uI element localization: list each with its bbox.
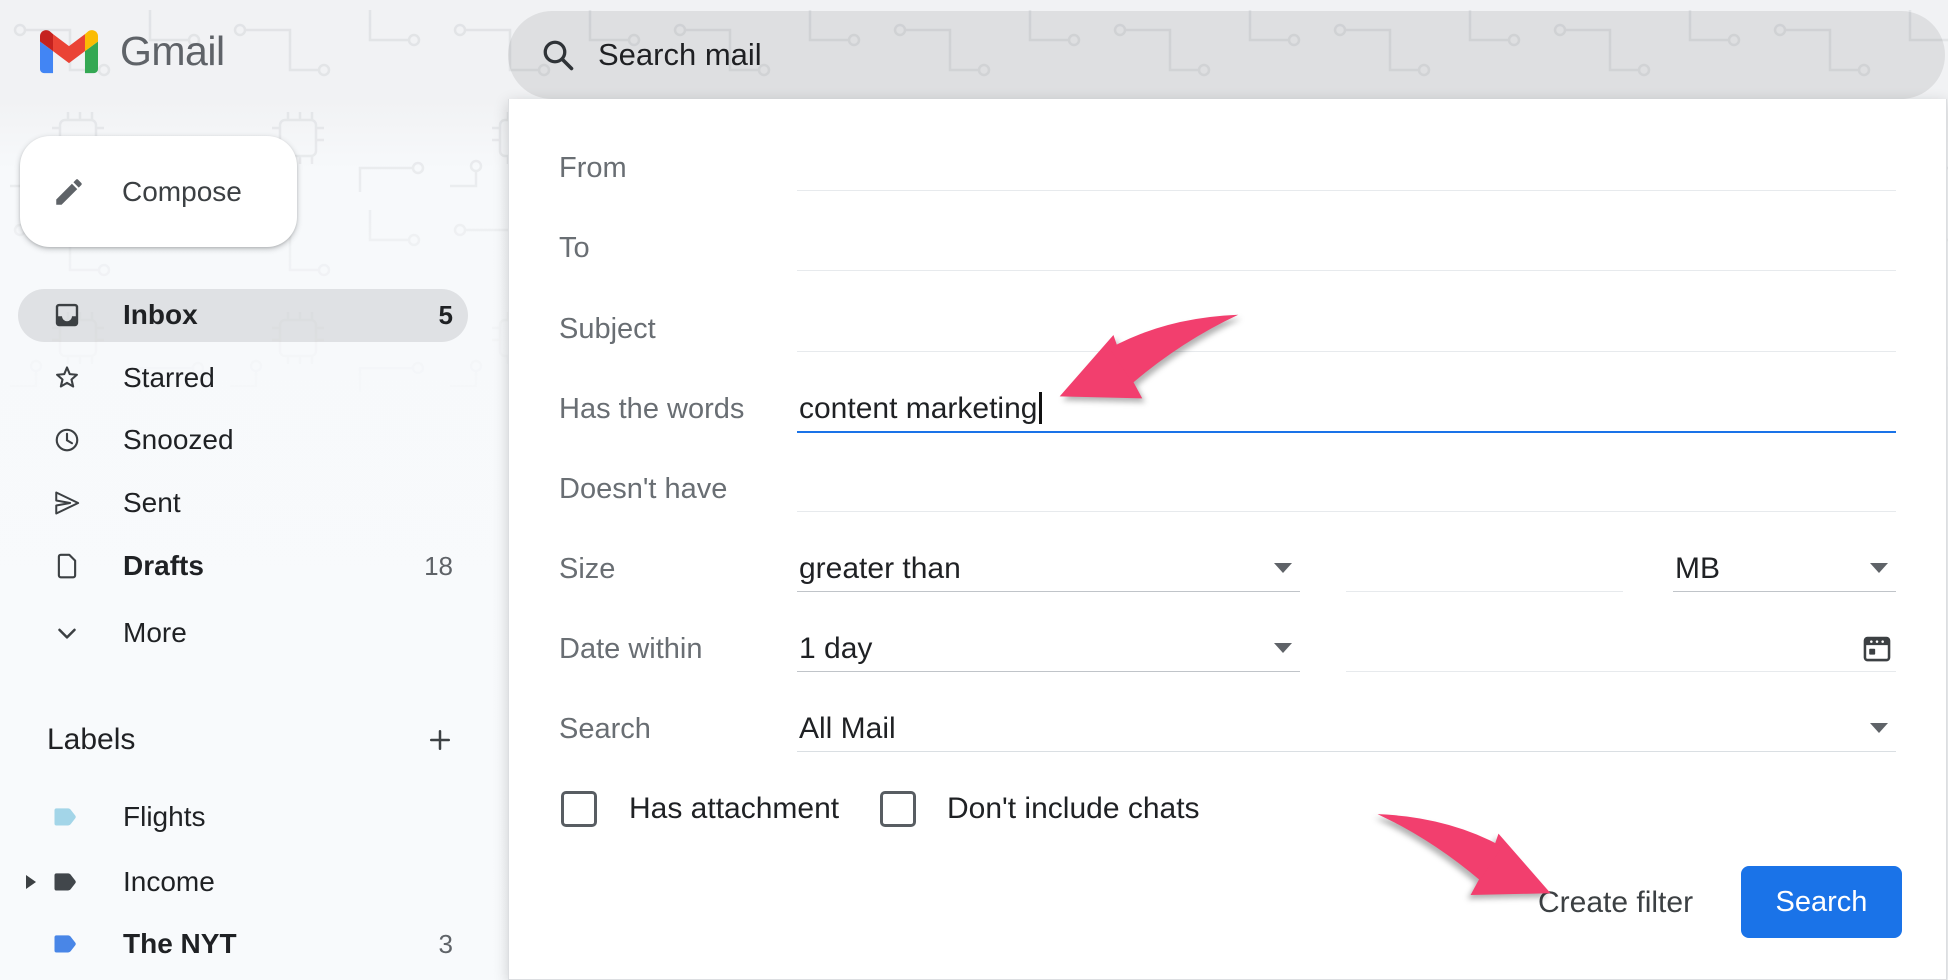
- size-label: Size: [559, 547, 615, 591]
- sidebar-item-label: Flights: [123, 791, 205, 843]
- search-input[interactable]: Search mail: [598, 37, 762, 73]
- has-attachment-checkbox[interactable]: [561, 791, 597, 827]
- has-words-input[interactable]: content marketing: [797, 387, 1896, 433]
- count-badge: 18: [385, 540, 453, 592]
- search-scope-dropdown[interactable]: All Mail: [797, 707, 1896, 752]
- expand-arrow-icon[interactable]: [26, 875, 36, 889]
- sidebar-item-more[interactable]: More: [0, 607, 470, 659]
- sidebar-label-flights[interactable]: Flights: [0, 791, 470, 843]
- no-chats-label: Don't include chats: [947, 787, 1200, 831]
- pencil-icon: [52, 175, 86, 209]
- gmail-app: Gmail Compose Inbox 5 Starred: [0, 0, 1948, 980]
- search-icon: [540, 37, 576, 73]
- search-scope-label: Search: [559, 707, 651, 751]
- date-within-row: Date within 1 day: [559, 627, 1896, 671]
- dropdown-arrow-icon: [1274, 643, 1292, 653]
- size-unit-value: MB: [1675, 547, 1720, 591]
- sidebar-label-income[interactable]: Income: [0, 856, 470, 908]
- from-label: From: [559, 146, 627, 190]
- sidebar-item-inbox[interactable]: Inbox 5: [0, 289, 470, 341]
- dropdown-arrow-icon: [1274, 563, 1292, 573]
- label-tag-icon: [52, 804, 82, 830]
- date-within-value: 1 day: [799, 627, 872, 671]
- date-within-label: Date within: [559, 627, 702, 671]
- search-bar[interactable]: Search mail: [508, 11, 1945, 99]
- sidebar-item-label: The NYT: [123, 918, 237, 970]
- gmail-m-icon: [40, 30, 98, 74]
- subject-label: Subject: [559, 307, 656, 351]
- count-badge: 3: [385, 918, 453, 970]
- star-icon: [52, 363, 82, 393]
- size-row: Size greater than MB: [559, 547, 1896, 591]
- has-words-value: content marketing: [799, 392, 1037, 425]
- labels-heading: Labels: [47, 714, 135, 766]
- sidebar-item-label: Sent: [123, 477, 181, 529]
- has-attachment-label: Has attachment: [629, 787, 839, 831]
- compose-button[interactable]: Compose: [20, 136, 297, 247]
- file-icon: [52, 551, 82, 581]
- dropdown-arrow-icon: [1870, 563, 1888, 573]
- sidebar-item-label: Drafts: [123, 540, 204, 592]
- to-input[interactable]: [797, 226, 1896, 271]
- clock-icon: [52, 425, 82, 455]
- text-cursor: [1039, 392, 1042, 424]
- compose-label: Compose: [122, 176, 242, 208]
- dropdown-arrow-icon: [1870, 723, 1888, 733]
- sidebar-item-snoozed[interactable]: Snoozed: [0, 414, 470, 466]
- sidebar-item-label: Snoozed: [123, 414, 234, 466]
- doesnt-have-label: Doesn't have: [559, 467, 727, 511]
- sidebar-item-label: Income: [123, 856, 215, 908]
- checkbox-row: Has attachment Don't include chats: [559, 787, 1896, 831]
- advanced-search-panel: From To Subject Has the words content ma…: [508, 99, 1947, 980]
- sidebar-item-label: More: [123, 607, 187, 659]
- plus-icon: [425, 725, 455, 755]
- from-input[interactable]: [797, 146, 1896, 191]
- calendar-icon[interactable]: [1860, 631, 1894, 665]
- add-label-button[interactable]: [414, 714, 466, 766]
- unread-count-badge: 5: [385, 289, 453, 341]
- doesnt-have-row: Doesn't have: [559, 467, 1896, 511]
- sidebar: Gmail Compose Inbox 5 Starred: [0, 0, 506, 980]
- date-input[interactable]: [1346, 627, 1896, 672]
- gmail-logo[interactable]: Gmail: [40, 28, 225, 75]
- has-words-label: Has the words: [559, 387, 744, 431]
- doesnt-have-input[interactable]: [797, 467, 1896, 512]
- subject-input[interactable]: [797, 307, 1896, 352]
- from-row: From: [559, 146, 1896, 190]
- search-submit-button[interactable]: Search: [1741, 866, 1902, 938]
- search-scope-value: All Mail: [799, 707, 896, 751]
- size-operator-dropdown[interactable]: greater than: [797, 547, 1300, 592]
- size-amount-input[interactable]: [1346, 547, 1623, 592]
- app-title: Gmail: [120, 28, 225, 75]
- chevron-down-icon: [52, 618, 82, 648]
- sidebar-item-drafts[interactable]: Drafts 18: [0, 540, 470, 592]
- sidebar-item-label: Inbox: [123, 289, 198, 341]
- sidebar-item-sent[interactable]: Sent: [0, 477, 470, 529]
- sidebar-label-the-nyt[interactable]: The NYT 3: [0, 918, 470, 970]
- send-icon: [52, 488, 82, 518]
- sidebar-item-starred[interactable]: Starred: [0, 352, 470, 404]
- date-within-dropdown[interactable]: 1 day: [797, 627, 1300, 672]
- no-chats-checkbox[interactable]: [880, 791, 916, 827]
- label-tag-icon: [52, 931, 82, 957]
- to-label: To: [559, 226, 590, 270]
- search-scope-row: Search All Mail: [559, 707, 1896, 751]
- create-filter-link[interactable]: Create filter: [1538, 881, 1693, 925]
- subject-row: Subject: [559, 307, 1896, 351]
- sidebar-item-label: Starred: [123, 352, 215, 404]
- size-unit-dropdown[interactable]: MB: [1673, 547, 1896, 592]
- to-row: To: [559, 226, 1896, 270]
- label-tag-icon: [52, 869, 82, 895]
- inbox-icon: [52, 300, 82, 330]
- has-words-row: Has the words content marketing: [559, 387, 1896, 431]
- size-operator-value: greater than: [799, 547, 961, 591]
